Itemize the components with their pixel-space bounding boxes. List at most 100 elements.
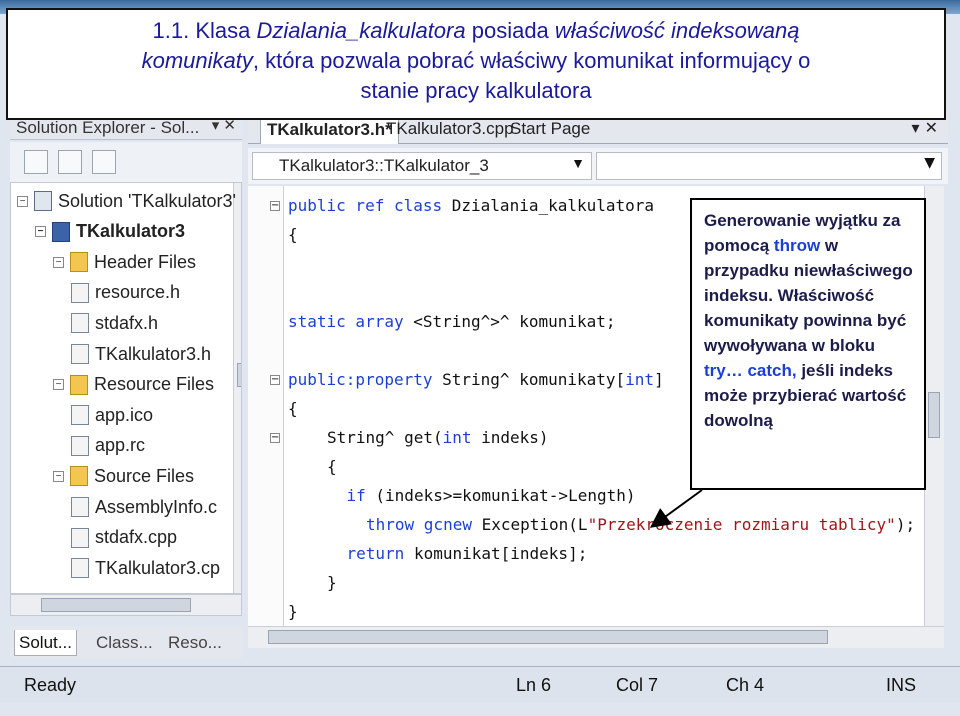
code-token: Exception(L [481,515,588,534]
code-token: indeks) [471,428,549,447]
file-icon [71,313,89,334]
code-line: { [327,457,337,476]
tab-start-page[interactable]: Start Page [504,116,596,144]
scrollbar-thumb[interactable] [268,630,828,644]
scrollbar-thumb[interactable] [237,363,241,387]
code-token: <String^>^ komunikat; [413,312,616,331]
code-line: String^ get(int indeks) [327,428,549,447]
editor-vscrollbar[interactable] [924,186,944,626]
code-token: } [288,602,298,621]
tree-item-label: TKalkulator3 [76,221,186,242]
collapse-icon[interactable]: − [35,226,46,238]
title-line-3: stanie pracy kalkulatora [360,78,592,103]
tree-item[interactable]: AssemblyInfo.c [71,493,217,521]
editor-gutter [248,186,284,626]
scrollbar-thumb[interactable] [928,392,940,438]
code-token: return [346,544,414,563]
code-line: { [288,225,298,244]
code-line: return komunikat[indeks]; [347,544,588,563]
tree-item[interactable]: − Resource Files [53,371,214,399]
code-token: String^ komunikaty[ [442,370,626,389]
file-icon [71,527,89,548]
properties-icon[interactable] [24,150,48,174]
tree-item[interactable]: − TKalkulator3 [35,218,185,246]
tree-item-label: stdafx.cpp [95,527,178,548]
tree-item[interactable]: resource.h [71,279,180,307]
code-line: static array <String^>^ komunikat; [288,312,616,331]
tree-item[interactable]: stdafx.h [71,309,158,337]
tree-item-label: Source Files [94,465,195,486]
tree-item-label: Resource Files [94,374,215,395]
tree-item[interactable]: − Solution 'TKalkulator3' (1 [17,187,242,215]
tree-item-label: TKalkulator3.h [95,343,212,364]
tree-item[interactable]: app.ico [71,401,153,429]
code-token: if [346,486,376,505]
solution-icon [34,191,52,211]
tree-item-label: resource.h [95,282,181,303]
code-token: { [288,225,298,244]
view-code-icon[interactable] [92,150,116,174]
code-line: public ref class Dzialania_kalkulatora [288,196,654,215]
slide-title: 1.1. Klasa Dzialania_kalkulatora posiada… [6,8,946,120]
tree-item[interactable]: app.rc [71,432,145,460]
collapse-icon[interactable]: − [53,256,64,268]
status-bar: Ready Ln 6 Col 7 Ch 4 INS [0,666,960,702]
tab-tkalkulator3-cpp[interactable]: TKalkulator3.cpp [380,116,520,144]
code-token: static array [288,312,414,331]
code-token: int [442,428,472,447]
file-icon [71,558,89,579]
tree-item-label: app.ico [95,404,154,425]
fold-icon[interactable]: − [270,433,280,443]
tab-class-view[interactable]: Class... [96,630,153,656]
chevron-down-icon: ▼ [571,155,585,171]
class-combo[interactable]: TKalkulator3::TKalkulator_3 ▼ [252,152,592,180]
file-icon [71,344,89,364]
code-token: ] [654,370,664,389]
status-ready: Ready [24,675,77,695]
collapse-icon[interactable]: − [53,470,64,482]
code-token: ); [895,515,916,534]
chevron-down-icon: ▼ [924,155,935,171]
code-line: if (indeks>=komunikat->Length) [347,486,636,505]
fold-icon[interactable]: − [270,201,280,211]
tab-solution-explorer[interactable]: Solut... [14,630,77,656]
folder-icon [70,466,88,487]
code-token: throw gcnew [366,515,482,534]
code-token: "Przekroczenie rozmiaru tablicy" [587,515,896,534]
navigation-bar: TKalkulator3::TKalkulator_3 ▼ ▼ [248,148,948,184]
collapse-icon[interactable]: − [17,195,28,207]
editor-hscrollbar[interactable] [248,626,944,648]
fold-icon[interactable]: − [270,375,280,385]
tree-item[interactable]: stdafx.cpp [71,524,177,552]
code-line: } [327,573,337,592]
annotation-note: Generowanie wyjątku za pomocą throw w pr… [690,198,926,490]
folder-icon [70,252,88,273]
solution-tree-hscrollbar[interactable] [10,594,242,616]
solution-explorer-title: Solution Explorer - Sol... [16,118,200,137]
tree-item[interactable]: − Header Files [53,248,196,276]
close-icon[interactable]: ▾ ✕ [911,118,938,137]
solution-explorer-toolbar [10,142,242,182]
tab-resource-view[interactable]: Reso... [168,630,222,656]
code-token: } [327,573,337,592]
tree-item[interactable]: − Source Files [53,462,194,490]
code-token: int [625,370,655,389]
code-line: { [288,399,298,418]
solution-tree-scrollbar[interactable] [233,183,241,593]
collapse-icon[interactable]: − [53,379,64,391]
file-icon [71,282,89,303]
project-icon [52,221,70,242]
member-combo[interactable]: ▼ [596,152,942,180]
file-icon [71,435,89,456]
tree-item[interactable]: TKalkulator3.cp [71,554,220,582]
folder-icon [70,374,88,395]
scrollbar-thumb[interactable] [41,598,191,612]
tree-item[interactable]: TKalkulator3.h [71,340,211,368]
show-all-files-icon[interactable] [58,150,82,174]
tree-item-label: AssemblyInfo.c [95,496,218,517]
code-token: { [327,457,337,476]
tab-tkalkulator3-h[interactable]: TKalkulator3.h* [260,116,399,144]
tree-item-label: Solution 'TKalkulator3' (1 [58,190,242,211]
code-token: Dzialania_kalkulatora [451,196,655,215]
status-insert-mode: INS [886,675,917,695]
